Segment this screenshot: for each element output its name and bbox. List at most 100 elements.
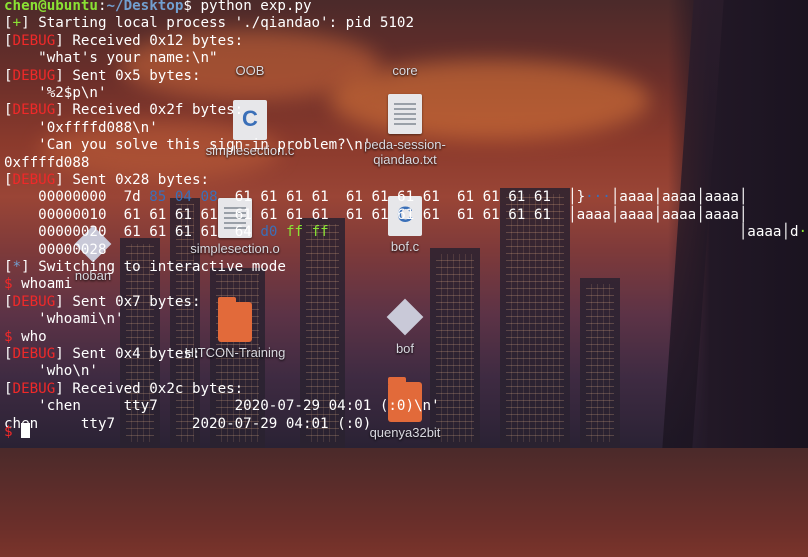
log-line: 'whoami\n' bbox=[4, 311, 124, 328]
log-line: 'chen tty7 2020-07-29 04:01 (:0)\n' bbox=[4, 398, 440, 415]
hex-offset: 00000010 bbox=[38, 206, 107, 223]
hex-byte: 61 bbox=[260, 206, 278, 223]
input-text: whoami bbox=[21, 276, 73, 293]
hex-byte: 61 bbox=[482, 206, 500, 223]
hex-ascii: aaaa bbox=[704, 189, 739, 206]
hex-byte: 61 bbox=[234, 206, 252, 223]
log-text: 'whoami\n' bbox=[38, 311, 124, 328]
log-text: 'Can you solve this sign-in problem?\n' bbox=[38, 137, 372, 154]
log-text: Received 0x12 bytes: bbox=[72, 32, 244, 49]
log-text: Sent 0x28 bytes: bbox=[72, 172, 210, 188]
hex-byte: 61 bbox=[422, 206, 440, 223]
log-text: Sent 0x4 bytes: bbox=[72, 346, 201, 362]
interactive-prompt: $ bbox=[4, 276, 22, 293]
log-line: [DEBUG] Sent 0x4 bytes: bbox=[4, 346, 201, 362]
log-text: 'who\n' bbox=[38, 363, 98, 380]
debug-tag: DEBUG bbox=[12, 102, 56, 119]
hex-byte: 61 bbox=[456, 189, 475, 206]
log-text: '0xffffd088\n' bbox=[38, 119, 158, 136]
hex-ascii: ··· bbox=[798, 224, 808, 241]
prompt-path: ~/Desktop bbox=[106, 0, 184, 14]
debug-tag: DEBUG bbox=[12, 172, 56, 188]
log-tag: * bbox=[12, 259, 22, 275]
hexdump-row: 00000000 7d 85 04 08 61 61 61 61 61 61 6… bbox=[38, 189, 748, 206]
hex-ascii: aaaa bbox=[576, 206, 611, 223]
hex-byte: 61 bbox=[311, 189, 329, 206]
debug-tag: DEBUG bbox=[12, 67, 56, 84]
log-line: [*] Switching to interactive mode bbox=[4, 259, 286, 275]
log-text: Sent 0x5 bytes: bbox=[72, 67, 201, 84]
hex-byte: 61 bbox=[533, 206, 551, 223]
debug-tag: DEBUG bbox=[12, 32, 56, 49]
hex-byte: 61 bbox=[174, 224, 192, 241]
log-text: '%2$p\n' bbox=[38, 85, 107, 101]
log-line: [DEBUG] Sent 0x5 bytes: bbox=[4, 67, 201, 84]
hex-offset: 00000020 bbox=[38, 224, 107, 241]
hex-ascii: aaaa bbox=[662, 189, 697, 206]
hex-byte: ff bbox=[286, 224, 304, 241]
debug-tag: DEBUG bbox=[12, 380, 56, 397]
log-line: 'Can you solve this sign-in problem?\n' bbox=[4, 137, 371, 154]
log-text: Received 0x2f bytes: bbox=[72, 102, 244, 119]
hex-offset: 00000028 bbox=[38, 241, 107, 258]
hex-byte: 61 bbox=[234, 189, 252, 206]
log-text: 'chen tty7 2020-07-29 04:01 (:0)\n' bbox=[38, 398, 440, 415]
log-text: "what's your name:\n" bbox=[38, 50, 218, 67]
log-line: 'who\n' bbox=[4, 363, 98, 380]
log-line: [DEBUG] Sent 0x7 bytes: bbox=[4, 293, 201, 310]
prompt-symbol: $ bbox=[183, 0, 201, 14]
hex-byte: 64 bbox=[234, 224, 252, 241]
interactive-prompt: $ bbox=[4, 328, 22, 345]
hex-offset: 00000000 bbox=[38, 189, 107, 206]
hex-ascii: aaaa bbox=[704, 206, 739, 223]
log-line: '0xffffd088\n' bbox=[4, 120, 158, 137]
debug-tag: DEBUG bbox=[12, 346, 56, 362]
hex-byte: 7d bbox=[123, 189, 141, 206]
hexdump-row: 00000028 bbox=[4, 241, 107, 259]
log-text: Switching to interactive mode bbox=[38, 259, 286, 275]
hex-ascii: ··· bbox=[585, 189, 611, 206]
hex-byte: 61 bbox=[260, 189, 278, 206]
log-line: 0xffffd088 bbox=[4, 155, 89, 172]
hex-byte: 61 bbox=[397, 206, 415, 223]
log-line: [+] Starting local process './qiandao': … bbox=[4, 15, 415, 32]
text-cursor bbox=[21, 423, 31, 438]
hex-byte: 61 bbox=[200, 224, 218, 241]
hex-byte: 08 bbox=[200, 189, 218, 206]
hex-byte: 85 bbox=[149, 189, 167, 206]
input-text: who bbox=[21, 328, 47, 345]
hex-ascii: aaaa bbox=[662, 206, 697, 223]
hex-byte: 61 bbox=[286, 189, 304, 206]
hex-byte: 61 bbox=[174, 206, 192, 223]
hex-byte: 61 bbox=[371, 189, 389, 206]
hex-byte: 61 bbox=[508, 189, 526, 206]
input-line[interactable]: $ bbox=[4, 423, 31, 440]
terminal-output[interactable]: chen@ubuntu:~/Desktop$ python exp.py [+]… bbox=[0, 0, 808, 448]
hex-ascii: aaaa bbox=[619, 189, 654, 206]
hexdump-row: 00000020 61 61 61 61 64 d0 ff ff │aaaa│d… bbox=[4, 224, 808, 241]
hex-byte: 61 bbox=[456, 206, 475, 223]
hex-byte: ff bbox=[311, 224, 329, 241]
hex-byte: 61 bbox=[345, 189, 363, 206]
hex-byte: 61 bbox=[149, 206, 167, 223]
log-text: Starting local process './qiandao': pid … bbox=[38, 15, 415, 32]
log-text: Received 0x2c bytes: bbox=[72, 380, 244, 397]
hex-byte: 61 bbox=[397, 189, 415, 206]
hex-byte: 61 bbox=[422, 189, 440, 206]
hex-byte: 61 bbox=[123, 206, 141, 223]
log-line: [DEBUG] Received 0x2f bytes: bbox=[4, 102, 244, 119]
interactive-prompt: $ bbox=[4, 424, 22, 440]
hex-byte: 61 bbox=[533, 189, 551, 206]
hexdump-row: 00000010 61 61 61 61 61 61 61 61 61 61 6… bbox=[38, 206, 748, 223]
hex-byte: 61 bbox=[345, 206, 363, 223]
hex-byte: 61 bbox=[508, 206, 526, 223]
hex-byte: 61 bbox=[371, 206, 389, 223]
hex-byte: d0 bbox=[260, 224, 278, 241]
hex-byte: 61 bbox=[311, 206, 329, 223]
prompt-user: chen@ubuntu bbox=[4, 0, 98, 14]
log-line: [DEBUG] Received 0x12 bytes: bbox=[4, 32, 244, 49]
debug-tag: DEBUG bbox=[12, 293, 56, 310]
hex-ascii: aaaa bbox=[619, 206, 654, 223]
input-line: $ who bbox=[4, 329, 47, 346]
hex-byte: 61 bbox=[149, 224, 167, 241]
